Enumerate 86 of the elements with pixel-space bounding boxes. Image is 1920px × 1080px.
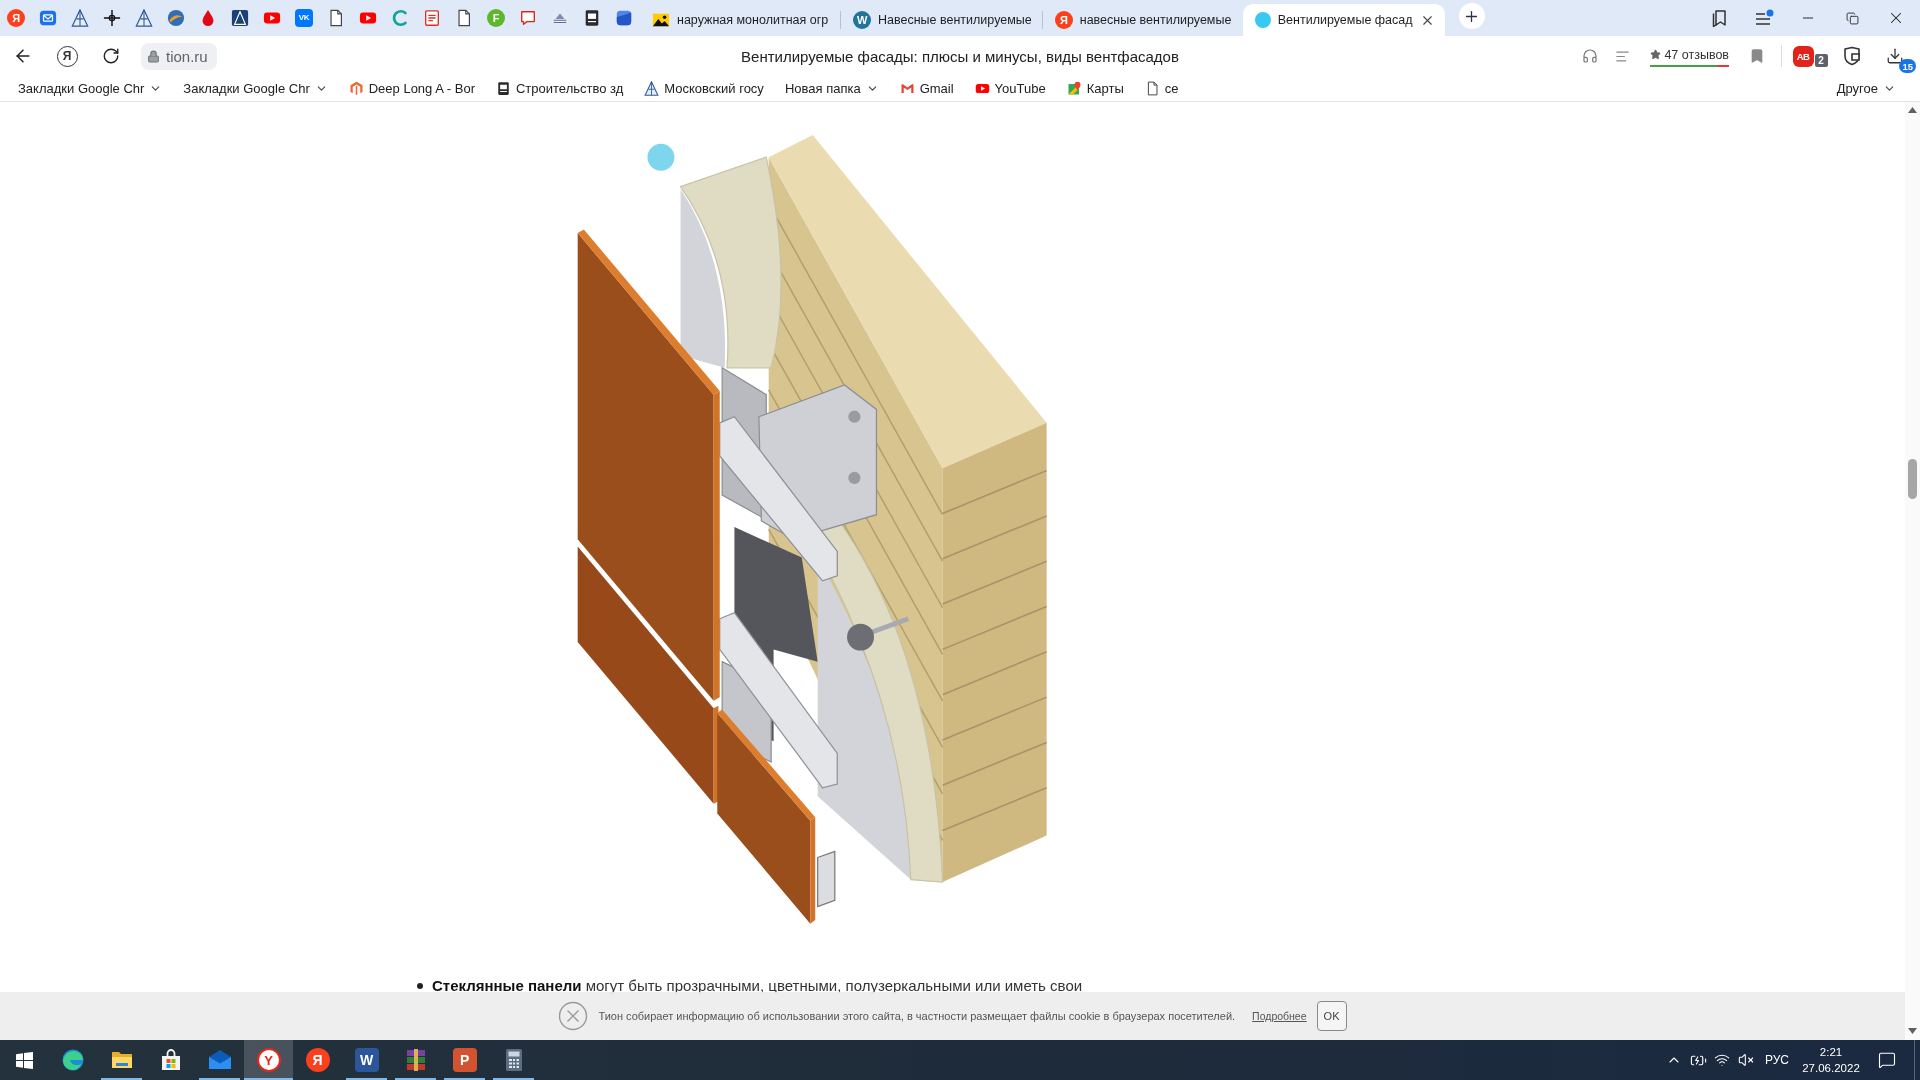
logo-icon: Я [1054,11,1073,29]
page-title: Вентилируемые фасады: плюсы и минусы, виды вентфасадов [740,47,1180,65]
round-logo-icon[interactable] [167,9,185,27]
taskbar-button[interactable]: P [440,1040,489,1080]
taskbar-button[interactable]: W [342,1040,391,1080]
address-field[interactable]: tion.ru [141,42,217,70]
striped-logo-icon[interactable] [551,9,569,27]
caret-up-icon[interactable] [1908,107,1917,113]
new-tab-button[interactable] [1458,3,1485,29]
cube-icon[interactable] [615,9,633,27]
bookmark-link[interactable]: Московский госу [638,77,770,100]
bookmark-folder[interactable]: Закладки Google Chr [177,77,334,100]
menu-icon[interactable] [1754,9,1774,27]
logo-icon: W [354,1048,379,1072]
count-badge: 2 [1814,54,1828,67]
panel-clip [817,850,836,908]
bookmark-link[interactable]: Карты [1060,77,1130,100]
logo-icon[interactable]: Я [7,9,25,27]
logo-icon: W [853,11,871,29]
download-icon[interactable] [1886,47,1904,65]
crosshair-icon[interactable] [103,9,121,27]
count-badge: 15 [1899,59,1916,73]
scrollbar[interactable] [1905,102,1920,1040]
windows-icon[interactable] [15,1051,33,1069]
envelope-icon[interactable] [39,9,57,27]
logo-icon: P [452,1048,477,1072]
reload-icon[interactable] [102,47,120,65]
bookmark-link[interactable]: YouTube [968,77,1052,100]
bookmark-link[interactable]: се [1138,77,1185,100]
text-lines-icon[interactable] [1614,48,1630,64]
taskbar-button[interactable]: Y [244,1040,293,1080]
page-icon[interactable] [455,9,473,27]
bookmarks-icon[interactable] [1711,9,1729,27]
bookmark-icon[interactable] [1749,48,1765,64]
bookmark-link[interactable]: Строительство зд [489,77,630,100]
slides-icon [495,81,511,96]
browser-tab[interactable]: наружная монолитная огр [640,4,840,36]
ok-button[interactable]: OK [1316,1001,1347,1031]
notification-icon[interactable] [1878,1051,1896,1069]
cookie-notice-text: Тион собирает информацию об использовании этого сайта, в частности размещает файлы cookie в браузерах посетителей. [598,1010,1236,1022]
picture-icon [652,11,670,29]
lock-icon [147,49,160,63]
body-text: Стеклянные панели могут быть прозрачными, цветными, полузеркальными или иметь свои [432,976,1083,996]
triangle-logo-icon[interactable] [135,9,153,27]
triangle-tile-icon[interactable] [231,9,249,27]
envelope-icon [899,81,915,96]
envelope-icon [207,1048,232,1072]
language-indicator[interactable]: РУС [1765,1053,1789,1067]
star-icon [1650,49,1662,60]
slides-icon[interactable] [583,9,601,27]
bookmark-folder[interactable]: Закладки Google Chr [12,77,169,100]
page-icon[interactable] [327,9,345,27]
bookmark-folder[interactable]: Другое [1830,77,1902,100]
bookmark-link[interactable]: Deep Long A - Bor [342,77,481,100]
dot-icon [647,143,675,171]
map-pin-icon [1066,81,1082,96]
clock-time[interactable]: 2:21 [1819,1045,1843,1059]
swirl-logo-icon [60,1048,85,1072]
wifi-icon[interactable] [1714,1052,1730,1068]
reviews-link[interactable]: 47 отзывов [1648,45,1731,67]
speech-bubble-icon[interactable] [519,9,537,27]
logo-icon[interactable]: VK [295,9,313,27]
triangle-logo-icon [644,81,660,96]
browser-tab[interactable]: Вентилируемые фасад [1242,4,1445,36]
bookmark-link[interactable]: Gmail [893,77,960,100]
bookmark-folder[interactable]: Новая папка [778,77,885,100]
block-logo-icon[interactable]: AB [1792,45,1814,67]
scrollbar-thumb[interactable] [1908,459,1917,499]
taskbar-button[interactable]: Я [293,1040,342,1080]
logo-icon: Я [305,1048,330,1072]
caret-down-icon[interactable] [1908,1028,1917,1034]
headphones-icon[interactable] [1582,48,1599,64]
shield-icon[interactable] [1842,46,1862,66]
document-icon[interactable] [423,9,441,27]
logo-icon: Y [256,1048,281,1072]
browser-tab[interactable]: W Навесные вентилируемые [841,4,1042,36]
more-link[interactable]: Подробнее [1252,1010,1307,1022]
anchor-dowel [847,616,910,651]
bullet-icon [417,983,423,989]
restore-icon[interactable] [1845,11,1859,25]
browser-tab[interactable]: Я навесные вентилируемые [1042,4,1243,36]
triangle-logo-icon[interactable] [71,9,89,27]
play-button-icon [974,81,990,96]
clock-date[interactable]: 27.06.2022 [1802,1061,1860,1075]
hexagon-logo-icon [348,81,364,96]
muted-speaker-icon[interactable] [1738,1052,1754,1068]
